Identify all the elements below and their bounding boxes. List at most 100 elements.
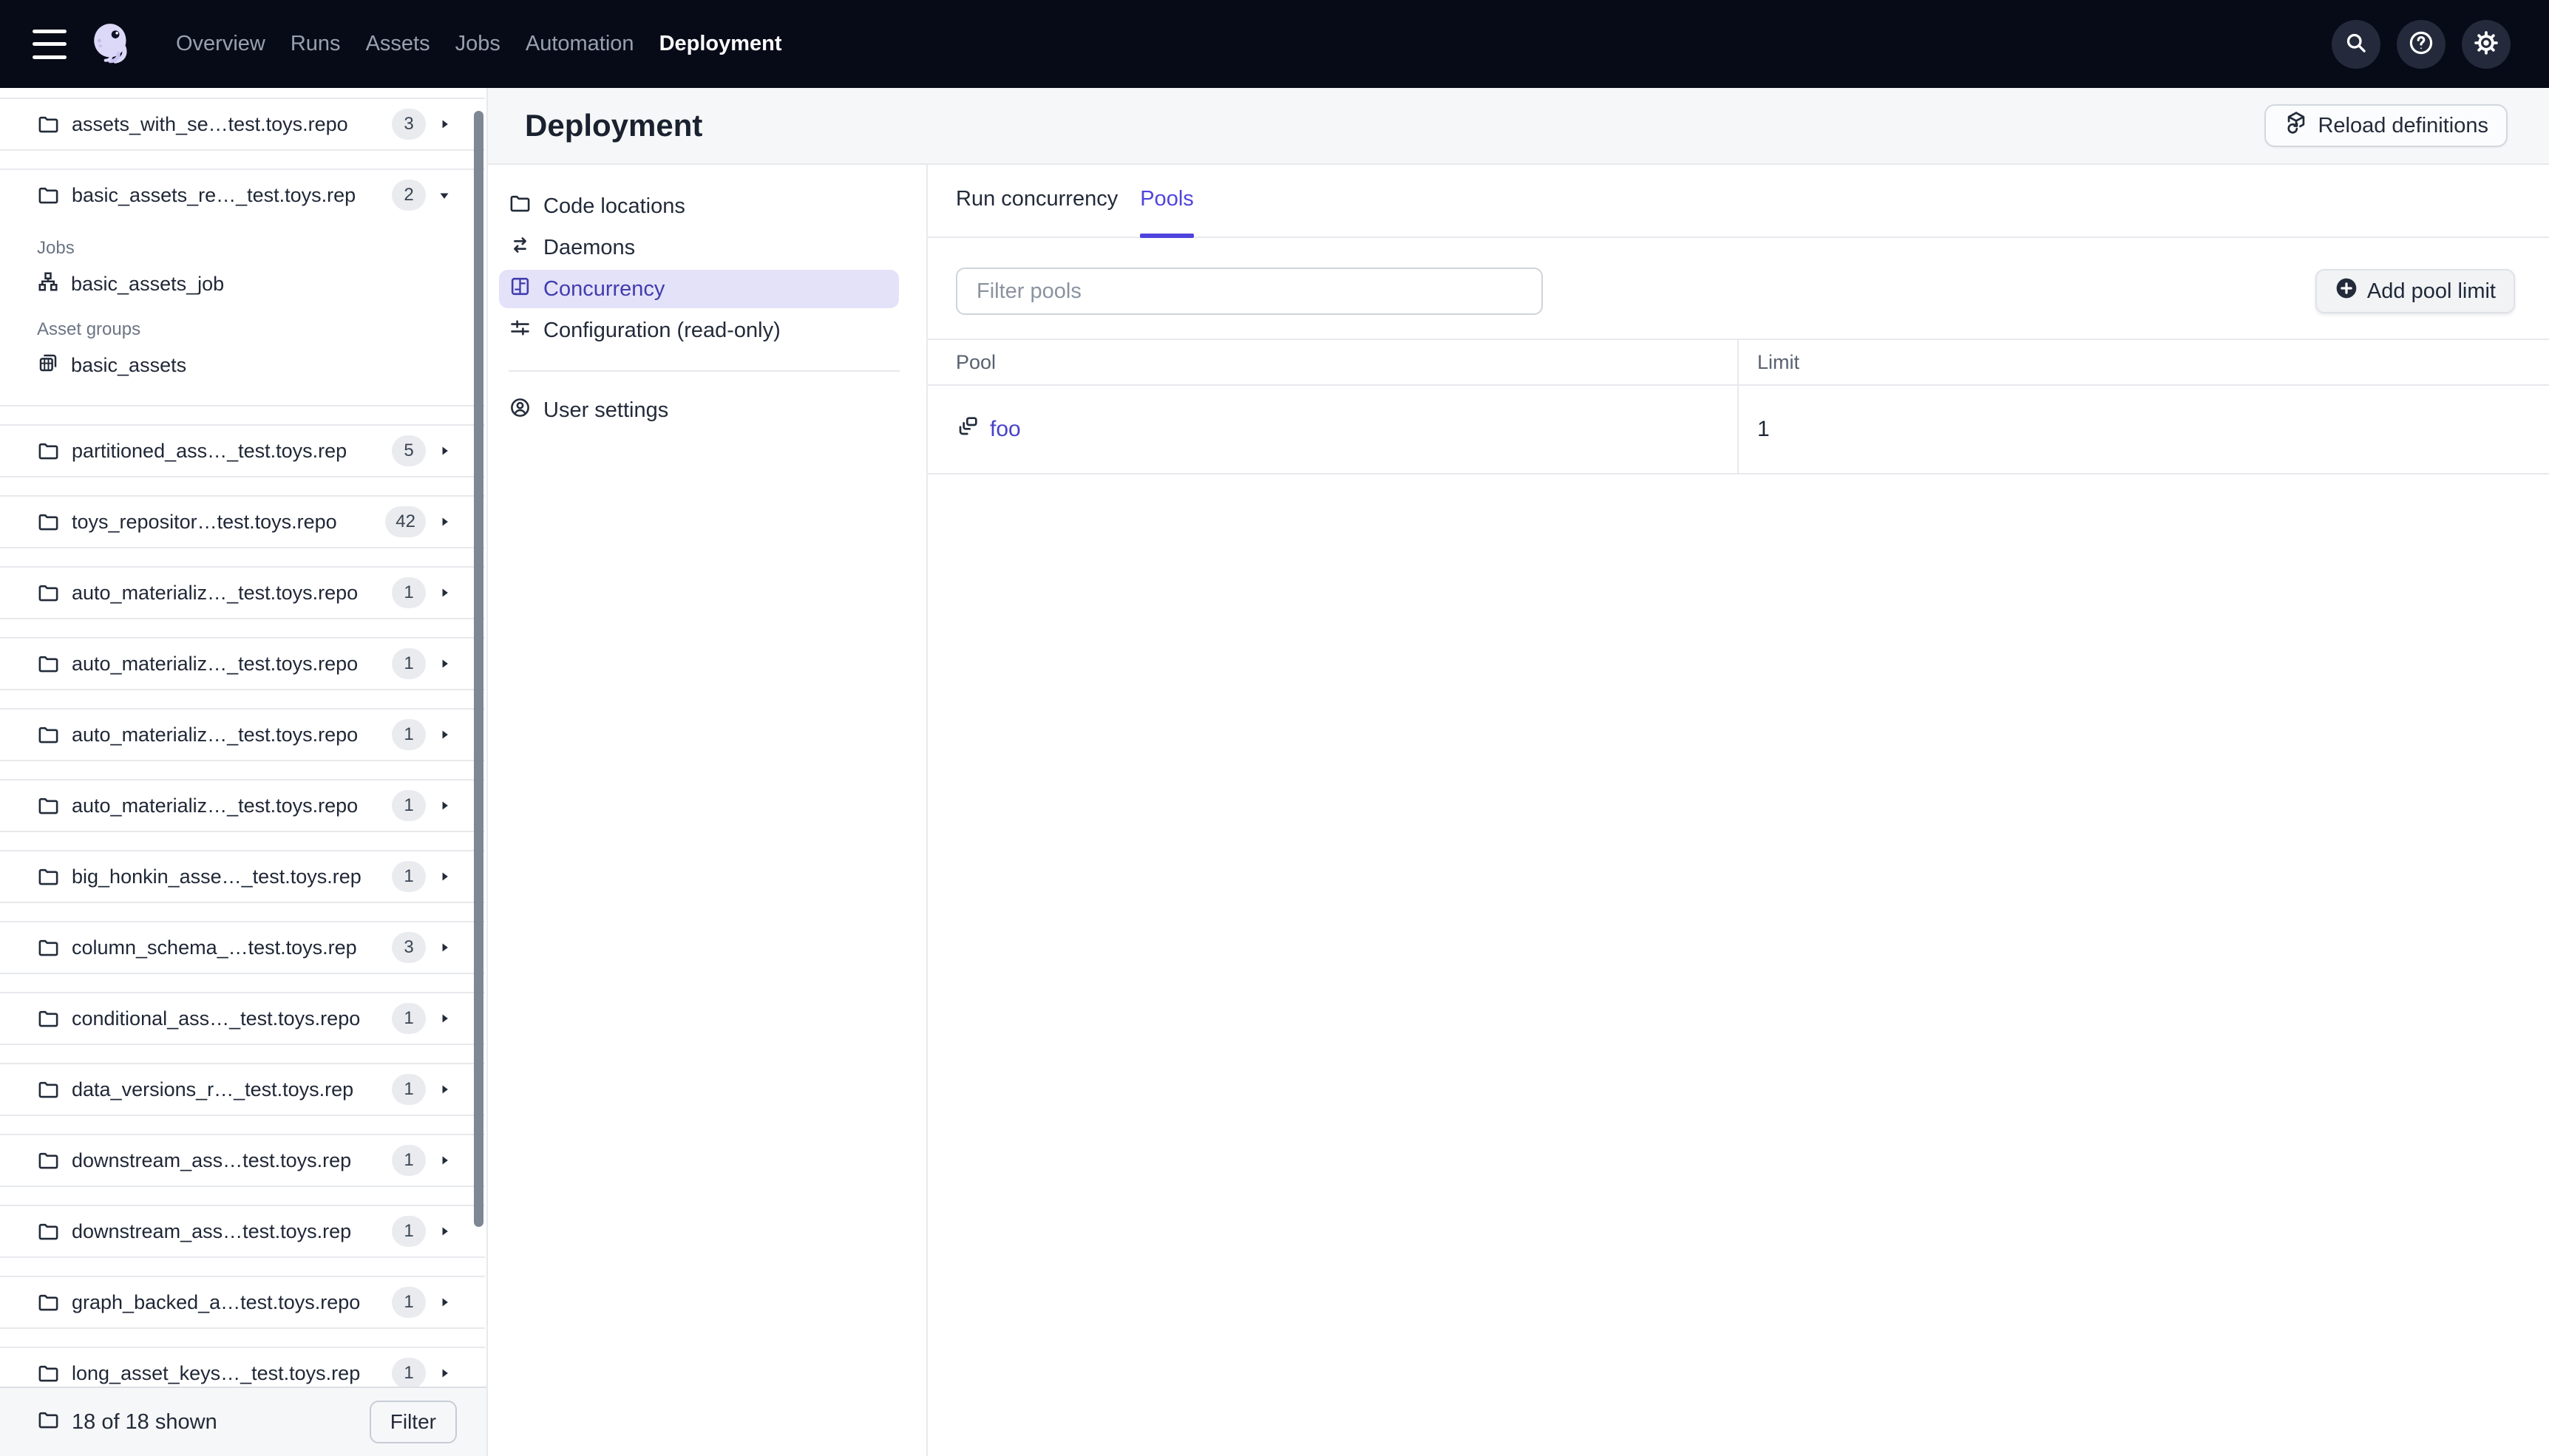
gear-icon	[2472, 29, 2500, 59]
tab-pools[interactable]: Pools	[1140, 187, 1194, 238]
subnav-user-settings[interactable]: User settings	[488, 389, 926, 431]
nav-deployment[interactable]: Deployment	[659, 32, 782, 56]
search-button[interactable]	[2332, 19, 2380, 69]
code-location-row[interactable]: downstream_ass…test.toys.rep 1	[0, 1206, 485, 1256]
primary-nav: Overview Runs Assets Jobs Automation Dep…	[176, 32, 782, 56]
asset-count-badge: 1	[392, 1145, 426, 1176]
nav-overview[interactable]: Overview	[176, 32, 265, 56]
subnav-configuration[interactable]: Configuration (read-only)	[488, 310, 926, 351]
code-location-row[interactable]: auto_materializ…_test.toys.repo 1	[0, 780, 485, 831]
chevron-right-icon[interactable]	[436, 1365, 452, 1381]
folder-icon	[37, 582, 60, 605]
chevron-right-icon[interactable]	[436, 1294, 452, 1310]
plus-circle-icon	[2335, 276, 2358, 306]
subnav-daemons[interactable]: Daemons	[488, 227, 926, 268]
reload-cube-icon	[2284, 110, 2309, 141]
code-location-row[interactable]: column_schema_…test.toys.rep 3	[0, 922, 485, 973]
code-location-name: graph_backed_a…test.toys.repo	[72, 1290, 361, 1313]
chevron-right-icon[interactable]	[436, 443, 452, 459]
code-location-row[interactable]: toys_repositor…test.toys.repo 42	[0, 497, 485, 547]
asset-count-badge: 42	[385, 506, 426, 537]
asset-count-badge: 3	[392, 109, 426, 140]
subnav-divider	[509, 370, 900, 372]
code-location-card: auto_materializ…_test.toys.repo 1	[0, 637, 485, 690]
nav-runs[interactable]: Runs	[291, 32, 341, 56]
chevron-right-icon[interactable]	[436, 585, 452, 601]
chevron-right-icon[interactable]	[436, 868, 452, 885]
nav-assets[interactable]: Assets	[366, 32, 430, 56]
code-location-card: downstream_ass…test.toys.rep 1	[0, 1134, 485, 1187]
code-location-name: partitioned_ass…_test.toys.rep	[72, 439, 347, 462]
chevron-right-icon[interactable]	[436, 514, 452, 530]
code-location-row[interactable]: auto_materializ…_test.toys.repo 1	[0, 568, 485, 618]
chevron-down-icon[interactable]	[436, 187, 452, 203]
code-location-row[interactable]: auto_materializ…_test.toys.repo 1	[0, 639, 485, 689]
nav-jobs[interactable]: Jobs	[455, 32, 500, 56]
folder-icon	[37, 795, 60, 817]
folder-icon	[37, 1220, 60, 1243]
code-location-name: auto_materializ…_test.toys.repo	[72, 652, 359, 675]
filter-pools-input[interactable]	[956, 268, 1543, 315]
page-title: Deployment	[525, 108, 703, 143]
chevron-right-icon[interactable]	[436, 1010, 452, 1027]
reload-definitions-button[interactable]: Reload definitions	[2264, 104, 2508, 147]
code-location-card: graph_backed_a…test.toys.repo 1	[0, 1276, 485, 1329]
asset-count-badge: 1	[392, 1287, 426, 1318]
folder-icon	[37, 1007, 60, 1030]
pool-column-header: Pool	[956, 350, 997, 373]
job-name: basic_assets_job	[71, 272, 225, 295]
code-location-row[interactable]: data_versions_r…_test.toys.rep 1	[0, 1064, 485, 1115]
code-location-row[interactable]: big_honkin_asse…_test.toys.rep 1	[0, 851, 485, 902]
chevron-right-icon[interactable]	[436, 656, 452, 672]
asset-count-badge: 1	[392, 1216, 426, 1247]
dagster-logo[interactable]	[89, 20, 138, 69]
folder-icon	[37, 724, 60, 746]
search-icon	[2343, 30, 2369, 58]
pool-limit-value: 1	[1737, 386, 2549, 473]
code-location-row[interactable]: long_asset_keys…_test.toys.rep 1	[0, 1348, 485, 1387]
asset-group-item[interactable]: basic_assets	[37, 344, 485, 386]
code-location-card: column_schema_…test.toys.rep 3	[0, 921, 485, 974]
folder-icon	[37, 440, 60, 463]
chevron-right-icon[interactable]	[436, 797, 452, 814]
add-pool-limit-label: Add pool limit	[2366, 279, 2496, 303]
hamburger-menu-icon[interactable]	[33, 29, 67, 59]
chevron-right-icon[interactable]	[436, 727, 452, 743]
subnav-code-locations[interactable]: Code locations	[488, 186, 926, 227]
pool-name-link[interactable]: foo	[990, 417, 1021, 442]
chevron-right-icon[interactable]	[436, 1223, 452, 1239]
chevron-right-icon[interactable]	[436, 1081, 452, 1098]
code-location-name: column_schema_…test.toys.rep	[72, 936, 357, 959]
chevron-right-icon[interactable]	[436, 939, 452, 956]
code-location-row[interactable]: downstream_ass…test.toys.rep 1	[0, 1135, 485, 1185]
sidebar-filter-button[interactable]: Filter	[369, 1401, 457, 1443]
folder-icon	[37, 1291, 60, 1314]
code-location-name: auto_materializ…_test.toys.repo	[72, 581, 359, 604]
code-location-name: auto_materializ…_test.toys.repo	[72, 723, 359, 746]
help-button[interactable]	[2397, 19, 2446, 69]
chevron-right-icon[interactable]	[436, 1152, 452, 1168]
code-location-row[interactable]: partitioned_ass…_test.toys.rep 5	[0, 426, 485, 476]
folder-icon	[37, 1078, 60, 1101]
chevron-right-icon[interactable]	[436, 116, 452, 132]
code-location-row[interactable]: assets_with_se…test.toys.repo 3	[0, 99, 485, 149]
tab-run-concurrency[interactable]: Run concurrency	[956, 187, 1118, 237]
swap-arrows-icon	[509, 234, 532, 262]
nav-automation[interactable]: Automation	[526, 32, 634, 56]
subnav-concurrency[interactable]: Concurrency	[499, 270, 899, 308]
code-location-card: data_versions_r…_test.toys.rep 1	[0, 1063, 485, 1116]
settings-button[interactable]	[2462, 19, 2511, 69]
code-location-row[interactable]: graph_backed_a…test.toys.repo 1	[0, 1277, 485, 1327]
add-pool-limit-button[interactable]: Add pool limit	[2315, 269, 2515, 313]
code-location-contents: Jobs basic_assets_job Asset groups basic…	[0, 220, 485, 405]
sidebar-scrollbar[interactable]	[474, 111, 483, 1227]
sidebar-footer: 18 of 18 shown Filter	[0, 1387, 486, 1456]
subnav-label: Daemons	[543, 235, 636, 259]
code-location-row[interactable]: auto_materializ…_test.toys.repo 1	[0, 710, 485, 760]
code-location-row[interactable]: basic_assets_re…_test.toys.rep 2	[0, 170, 485, 220]
folder-icon	[37, 1149, 60, 1172]
code-location-name: data_versions_r…_test.toys.rep	[72, 1078, 354, 1100]
job-item[interactable]: basic_assets_job	[37, 263, 485, 305]
code-location-card: auto_materializ…_test.toys.repo 1	[0, 708, 485, 761]
code-location-row[interactable]: conditional_ass…_test.toys.repo 1	[0, 993, 485, 1044]
